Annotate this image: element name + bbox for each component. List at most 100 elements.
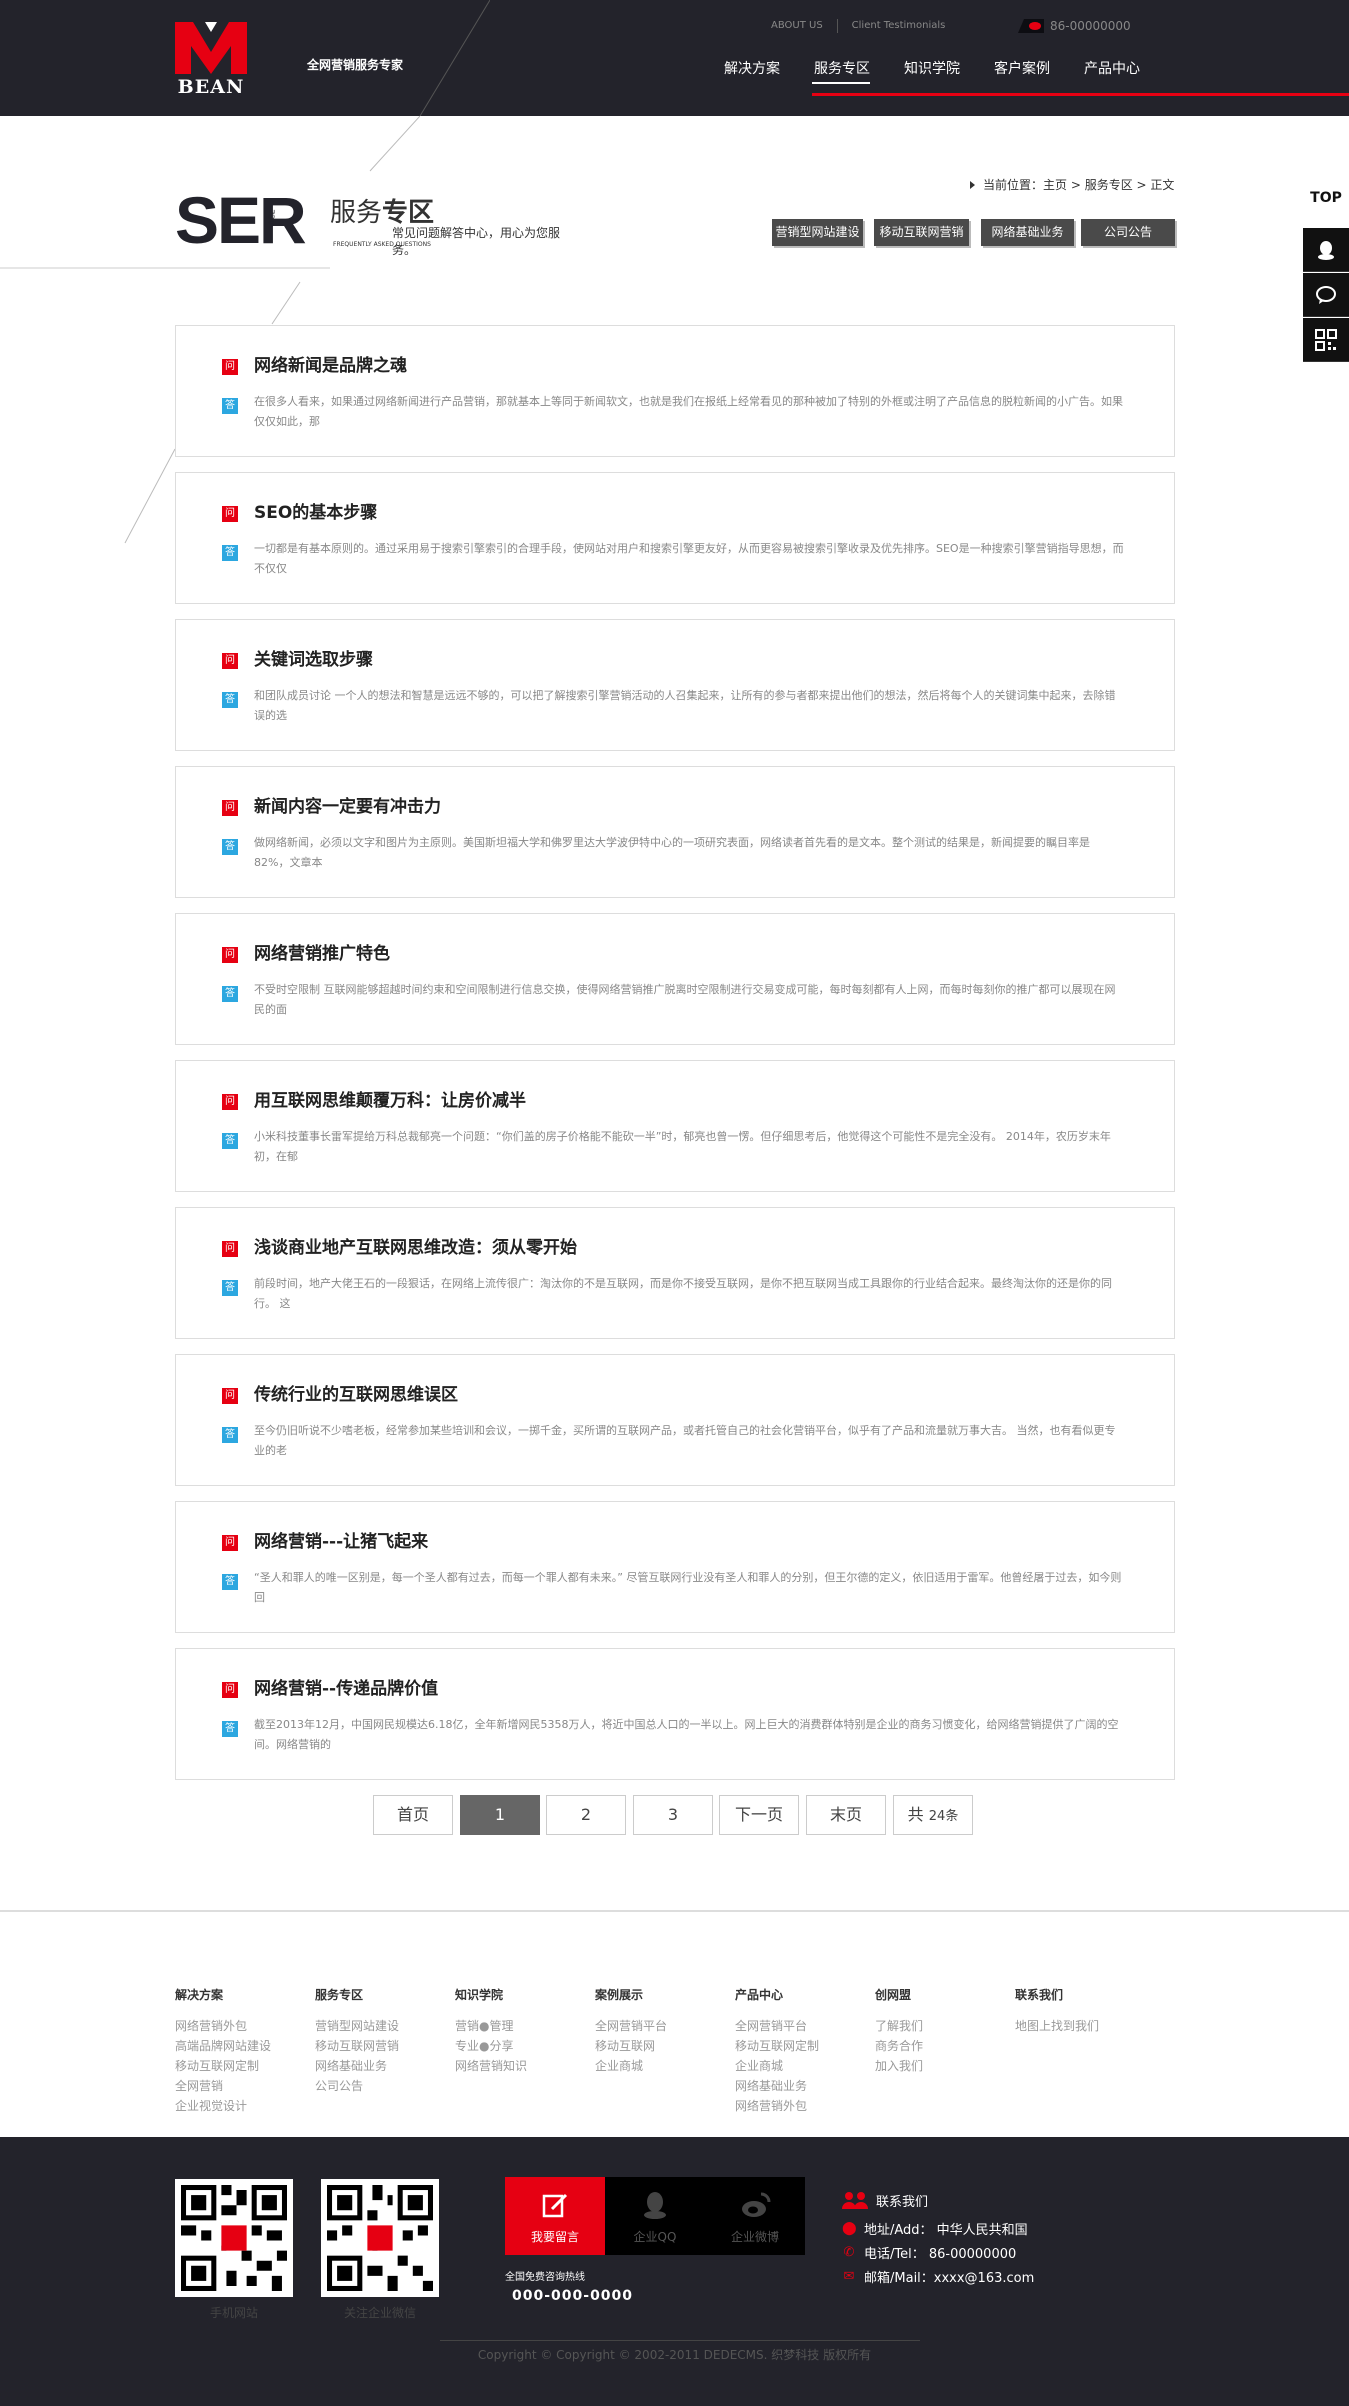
category-basic-button[interactable]: 网络基础业务	[981, 219, 1074, 246]
footer-link[interactable]: 高端品牌网站建设	[175, 2036, 305, 2056]
footer-link[interactable]: 企业商城	[595, 2056, 725, 2076]
footer-link[interactable]: 移动互联网定制	[735, 2036, 865, 2056]
footer-link[interactable]: 网络营销外包	[735, 2096, 865, 2116]
footer-link[interactable]: 专业●分享	[455, 2036, 585, 2056]
testimonials-link[interactable]: Client Testimonials	[836, 19, 960, 33]
category-notice-button[interactable]: 公司公告	[1081, 219, 1175, 246]
mobile-site-qrcode	[175, 2179, 293, 2297]
article-title[interactable]: 关键词选取步骤	[254, 647, 373, 673]
side-chat-button[interactable]	[1303, 273, 1349, 317]
article-title[interactable]: 网络新闻是品牌之魂	[254, 353, 407, 379]
page-last-button[interactable]: 末页	[806, 1795, 886, 1835]
article-title[interactable]: 网络营销--传递品牌价值	[254, 1676, 438, 1702]
answer-icon: 答	[222, 1574, 238, 1590]
weibo-button[interactable]: 企业微博	[705, 2177, 805, 2255]
about-us-link[interactable]: ABOUT US	[757, 19, 837, 33]
page-next-button[interactable]: 下一页	[719, 1795, 799, 1835]
side-qrcode-button[interactable]	[1303, 318, 1349, 362]
nav-cases[interactable]: 客户案例	[994, 60, 1084, 78]
nav-red-line	[812, 93, 1349, 96]
footer-link[interactable]: 移动互联网定制	[175, 2056, 305, 2076]
footer-link[interactable]: 移动互联网	[595, 2036, 725, 2056]
qq-contact-button[interactable]: 企业QQ	[605, 2177, 705, 2255]
footer-link[interactable]: 商务合作	[875, 2036, 1005, 2056]
article-excerpt: 前段时间，地产大佬王石的一段狠话，在网络上流传很广：淘汰你的不是互联网，而是你不…	[254, 1277, 1112, 1310]
article-title[interactable]: 新闻内容一定要有冲击力	[254, 794, 441, 820]
article-card[interactable]: 问 网络新闻是品牌之魂 答 在很多人看来，如果通过网络新闻进行产品营销，那就基本…	[175, 325, 1175, 457]
footer-link[interactable]: 网络基础业务	[735, 2076, 865, 2096]
footer-column: 案例展示 全网营销平台 移动互联网 企业商城	[595, 1986, 725, 2076]
footer-link[interactable]: 地图上找到我们	[1015, 2016, 1145, 2036]
footer-link[interactable]: 营销●管理	[455, 2016, 585, 2036]
leave-message-label: 我要留言	[530, 2230, 579, 2244]
nav-knowledge[interactable]: 知识学院	[904, 60, 994, 78]
page-1-button[interactable]: 1	[460, 1795, 540, 1835]
article-card[interactable]: 问 用互联网思维颠覆万科：让房价减半 答 小米科技董事长雷军提给万科总裁郁亮一个…	[175, 1060, 1175, 1192]
page-total: 共 24条	[893, 1795, 973, 1835]
weibo-label: 企业微博	[730, 2230, 779, 2244]
footer-link[interactable]: 全网营销平台	[735, 2016, 865, 2036]
answer-icon: 答	[222, 1133, 238, 1149]
footer-separator	[0, 1910, 1349, 1912]
article-card[interactable]: 问 新闻内容一定要有冲击力 答 做网络新闻，必须以文字和图片为主原则。美国斯坦福…	[175, 766, 1175, 898]
question-icon: 问	[222, 1094, 238, 1110]
article-card[interactable]: 问 关键词选取步骤 答 和团队成员讨论 一个人的想法和智慧是远远不够的，可以把了…	[175, 619, 1175, 751]
footer-link[interactable]: 网络营销外包	[175, 2016, 305, 2036]
breadcrumb-path[interactable]: 主页 > 服务专区 > 正文	[1043, 176, 1174, 193]
question-icon: 问	[222, 653, 238, 669]
article-card[interactable]: 问 浅谈商业地产互联网思维改造：须从零开始 答 前段时间，地产大佬王石的一段狠话…	[175, 1207, 1175, 1339]
chat-icon	[1316, 285, 1336, 304]
phone-icon	[1018, 19, 1044, 33]
contact-title: 联系我们	[876, 2194, 929, 2210]
page-first-button[interactable]: 首页	[373, 1795, 453, 1835]
footer-link[interactable]: 加入我们	[875, 2056, 1005, 2076]
qrcode-icon	[1315, 328, 1337, 351]
nav-service[interactable]: 服务专区	[814, 60, 904, 78]
question-icon: 问	[222, 1682, 238, 1698]
article-card[interactable]: 问 网络营销推广特色 答 不受时空限制 互联网能够超越时间约束和空间限制进行信息…	[175, 913, 1175, 1045]
footer-column-heading: 产品中心	[735, 1988, 784, 2002]
answer-icon: 答	[222, 1721, 238, 1737]
site-logo[interactable]: BEAN	[175, 22, 247, 98]
article-title[interactable]: 网络营销推广特色	[254, 941, 390, 967]
category-website-button[interactable]: 营销型网站建设	[772, 219, 863, 246]
article-card[interactable]: 问 网络营销--传递品牌价值 答 截至2013年12月，中国网民规模达6.18亿…	[175, 1648, 1175, 1780]
footer-link[interactable]: 营销型网站建设	[315, 2016, 445, 2036]
footer-link[interactable]: 网络基础业务	[315, 2056, 445, 2076]
page-2-button[interactable]: 2	[546, 1795, 626, 1835]
footer-link[interactable]: 网络营销知识	[455, 2056, 585, 2076]
category-mobile-button[interactable]: 移动互联网营销	[874, 219, 969, 246]
copyright: Copyright © Copyright © 2002-2011 DEDECM…	[477, 2348, 872, 2362]
answer-icon: 答	[222, 1427, 238, 1443]
article-title[interactable]: 用互联网思维颠覆万科：让房价减半	[254, 1088, 526, 1114]
question-icon: 问	[222, 1535, 238, 1551]
footer-link[interactable]: 移动互联网营销	[315, 2036, 445, 2056]
side-qq-button[interactable]	[1303, 228, 1349, 272]
weibo-icon	[742, 2192, 771, 2217]
nav-active-indicator	[812, 82, 870, 84]
article-title[interactable]: 浅谈商业地产互联网思维改造：须从零开始	[254, 1235, 577, 1261]
leave-message-button[interactable]: 我要留言	[505, 2177, 605, 2255]
article-card[interactable]: 问 SEO的基本步骤 答 一切都是有基本原则的。通过采用易于搜索引擎索引的合理手…	[175, 472, 1175, 604]
article-title[interactable]: 网络营销---让猪飞起来	[254, 1529, 428, 1555]
qrcode-caption-mobile: 手机网站	[209, 2306, 258, 2320]
article-title[interactable]: 传统行业的互联网思维误区	[254, 1382, 458, 1408]
footer-link[interactable]: 全网营销	[175, 2076, 305, 2096]
nav-solutions[interactable]: 解决方案	[724, 60, 814, 78]
footer-column-heading: 创网盟	[875, 1988, 912, 2002]
footer-link[interactable]: 企业视觉设计	[175, 2096, 305, 2116]
article-card[interactable]: 问 传统行业的互联网思维误区 答 至今仍旧听说不少嗜老板，经常参加某些培训和会议…	[175, 1354, 1175, 1486]
footer-link[interactable]: 了解我们	[875, 2016, 1005, 2036]
article-card[interactable]: 问 网络营销---让猪飞起来 答 “圣人和罪人的唯一区别是，每一个圣人都有过去，…	[175, 1501, 1175, 1633]
footer-link[interactable]: 企业商城	[735, 2056, 865, 2076]
hotline-number: 000-000-0000	[512, 2288, 634, 2304]
site-tagline: 全网营销服务专家	[307, 58, 404, 72]
contact-email[interactable]: 邮箱/Mail：xxxx@163.com	[864, 2267, 1034, 2286]
article-title[interactable]: SEO的基本步骤	[254, 500, 377, 526]
contact-people-icon	[842, 2192, 868, 2209]
footer-link[interactable]: 公司公告	[315, 2076, 445, 2096]
nav-products[interactable]: 产品中心	[1084, 60, 1174, 78]
page-3-button[interactable]: 3	[633, 1795, 713, 1835]
footer-link[interactable]: 全网营销平台	[595, 2016, 725, 2036]
back-to-top-button[interactable]: TOP	[1303, 190, 1349, 206]
